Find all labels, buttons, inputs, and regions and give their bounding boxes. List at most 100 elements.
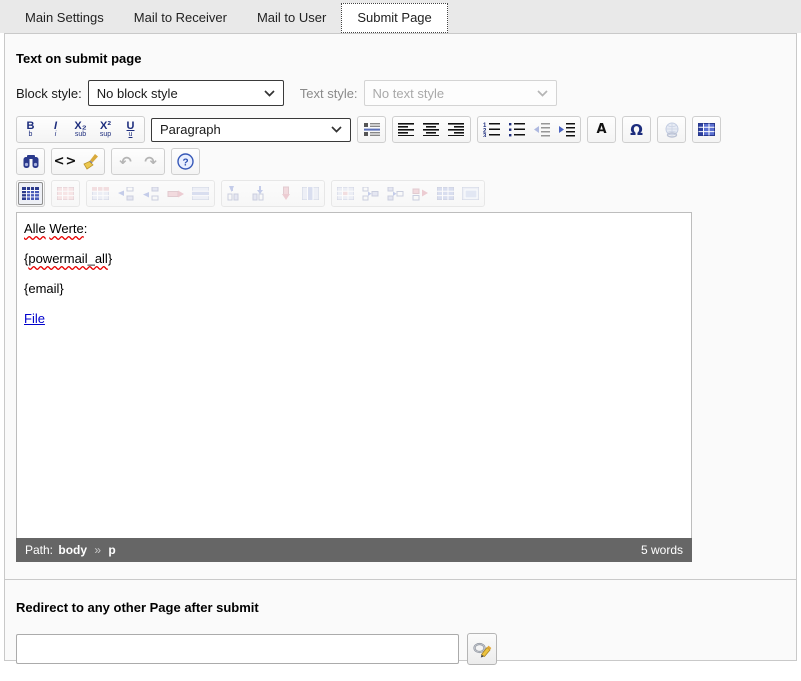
tab-submit-page[interactable]: Submit Page <box>341 3 447 33</box>
insert-table-button[interactable] <box>694 118 719 141</box>
view-source-button[interactable]: <> <box>53 150 78 173</box>
column-operations-group <box>221 180 325 207</box>
split-row-icon <box>192 187 209 200</box>
help-group: ? <box>171 148 200 175</box>
cell-properties-button <box>333 182 358 205</box>
block-format-value: Paragraph <box>160 122 221 137</box>
path-node-p[interactable]: p <box>108 543 115 557</box>
insert-row-before-button <box>113 182 138 205</box>
broom-icon <box>82 154 100 170</box>
tab-mail-to-receiver[interactable]: Mail to Receiver <box>119 0 242 33</box>
block-format-select[interactable]: Paragraph <box>151 118 351 142</box>
justify-left-button[interactable] <box>394 118 419 141</box>
source-clean-group: <> <box>51 148 105 175</box>
justify-center-button[interactable] <box>419 118 444 141</box>
table-borders-icon <box>22 187 39 200</box>
link-wizard-button[interactable] <box>467 633 497 665</box>
italic-button[interactable]: I i <box>43 118 68 141</box>
rte-toolbar-row-2: <> ↶ ↷ <box>16 148 785 175</box>
subscript-button[interactable]: X₂ sub <box>68 118 93 141</box>
word-count: 5 words <box>641 543 683 557</box>
svg-text:3: 3 <box>483 134 487 138</box>
align-center-icon <box>423 123 440 136</box>
editor-paragraph: {powermail_all} <box>24 251 684 266</box>
unordered-list-button[interactable] <box>504 118 529 141</box>
redirect-row <box>16 633 785 665</box>
delete-column-button <box>273 182 298 205</box>
list-indent-group: 1 2 3 <box>477 116 581 143</box>
split-cell-button <box>458 182 483 205</box>
split-row-button <box>188 182 213 205</box>
rte-section: Text on submit page Block style: No bloc… <box>5 34 796 562</box>
indent-button[interactable] <box>554 118 579 141</box>
cell-operations-group <box>331 180 485 207</box>
tab-main-settings[interactable]: Main Settings <box>10 0 119 33</box>
delete-cell-button <box>408 182 433 205</box>
table-properties-button <box>53 182 78 205</box>
redo-button: ↷ <box>138 150 163 173</box>
block-style-label: Block style: <box>16 86 82 101</box>
horizontal-rule-icon <box>363 122 381 137</box>
block-style-select[interactable]: No block style <box>88 80 284 106</box>
unordered-list-icon <box>508 122 526 137</box>
tab-mail-to-user[interactable]: Mail to User <box>242 0 341 33</box>
toggle-borders-button[interactable] <box>18 182 43 205</box>
row-operations-group <box>86 180 215 207</box>
redirect-page-input[interactable] <box>16 634 459 664</box>
help-button[interactable]: ? <box>173 150 198 173</box>
justify-right-button[interactable] <box>444 118 469 141</box>
insert-cell-before-icon <box>362 187 380 201</box>
underline-button[interactable]: U u <box>118 118 143 141</box>
text-color-button[interactable]: A <box>589 118 614 141</box>
insert-cell-before-button <box>358 182 383 205</box>
superscript-button[interactable]: X² sup <box>93 118 118 141</box>
editor-paragraph: Alle Werte: <box>24 221 684 236</box>
text-style-label: Text style: <box>300 86 358 101</box>
delete-column-icon <box>278 186 294 201</box>
textcolor-group: A <box>587 116 616 143</box>
rte-editor-area[interactable]: Alle Werte: {powermail_all} {email} File <box>16 212 692 538</box>
remove-format-button[interactable] <box>78 150 103 173</box>
align-left-icon <box>398 123 415 136</box>
text-style-select: No text style <box>364 80 557 106</box>
rte-section-heading: Text on submit page <box>16 51 785 66</box>
redirect-section: Redirect to any other Page after submit <box>5 579 796 681</box>
insert-column-after-icon <box>252 186 270 201</box>
svg-text:?: ? <box>182 158 188 169</box>
insert-cell-after-icon <box>387 187 405 201</box>
insert-cell-after-button <box>383 182 408 205</box>
insert-row-after-icon <box>142 187 160 201</box>
split-column-icon <box>302 187 319 200</box>
bold-button[interactable]: B b <box>18 118 43 141</box>
editor-paragraph: {email} <box>24 281 684 296</box>
rte-toolbar-row-1: B b I i X₂ sub X² sup U u <box>16 116 785 143</box>
find-group <box>16 148 45 175</box>
path-node-body[interactable]: body <box>58 543 87 557</box>
redirect-heading: Redirect to any other Page after submit <box>16 600 785 615</box>
insert-special-character-button[interactable]: Ω <box>624 118 649 141</box>
table-properties-group <box>51 180 80 207</box>
find-replace-button[interactable] <box>18 150 43 173</box>
outdent-button <box>529 118 554 141</box>
style-selects-row: Block style: No block style Text style: … <box>16 80 785 106</box>
delete-row-icon <box>167 187 185 201</box>
specialchar-group: Ω <box>622 116 651 143</box>
help-icon: ? <box>177 153 194 170</box>
hr-group <box>357 116 386 143</box>
delete-cell-icon <box>412 187 430 201</box>
binoculars-icon <box>22 154 40 169</box>
insert-row-before-icon <box>117 187 135 201</box>
split-cell-icon <box>462 187 479 200</box>
chevron-down-icon <box>264 90 275 97</box>
file-link[interactable]: File <box>24 311 45 326</box>
insert-horizontal-rule-button[interactable] <box>359 118 384 141</box>
cell-properties-icon <box>337 187 354 200</box>
undo-redo-group: ↶ ↷ <box>111 148 165 175</box>
tab-bar: Main Settings Mail to Receiver Mail to U… <box>0 0 801 33</box>
ordered-list-button[interactable]: 1 2 3 <box>479 118 504 141</box>
split-column-button <box>298 182 323 205</box>
insert-column-after-button <box>248 182 273 205</box>
merge-cells-button <box>433 182 458 205</box>
merge-cells-icon <box>437 187 454 200</box>
chevron-down-icon <box>331 126 342 133</box>
